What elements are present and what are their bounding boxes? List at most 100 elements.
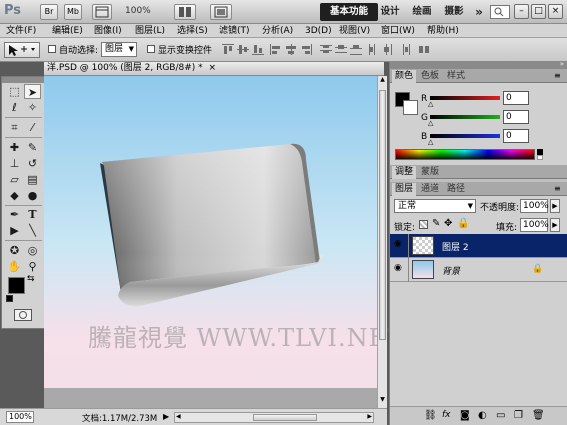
- rectangular-marquee-tool-icon[interactable]: ⬚: [6, 84, 23, 99]
- auto-select-dropdown[interactable]: 图层 ▼: [101, 42, 137, 57]
- menu-3d[interactable]: 3D(D): [305, 24, 332, 38]
- menu-window[interactable]: 窗口(W): [381, 24, 415, 38]
- layer-row-layer2[interactable]: ◉ 图层 2: [390, 234, 567, 258]
- line-shape-tool-icon[interactable]: ╲: [24, 223, 41, 238]
- menu-select[interactable]: 选择(S): [177, 24, 208, 38]
- clone-stamp-tool-icon[interactable]: ⊥: [6, 156, 23, 171]
- eraser-tool-icon[interactable]: ▱: [6, 172, 23, 187]
- tab-channels[interactable]: 通道: [418, 183, 442, 196]
- close-button[interactable]: ×: [548, 4, 563, 19]
- channel-r-slider[interactable]: [430, 96, 500, 100]
- channel-r-slider-thumb-icon[interactable]: △: [428, 100, 433, 108]
- distribute-left-icon[interactable]: [368, 44, 380, 55]
- maximize-button[interactable]: □: [531, 4, 546, 19]
- vertical-scroll-thumb[interactable]: [379, 90, 386, 340]
- default-colors-icon[interactable]: [6, 295, 13, 302]
- panel-menu-icon[interactable]: ≡: [554, 71, 561, 80]
- workspace-photography[interactable]: 摄影: [442, 3, 466, 21]
- mini-bridge-button[interactable]: Mb: [64, 4, 82, 20]
- workspace-essentials[interactable]: 基本功能: [320, 3, 378, 21]
- new-layer-icon[interactable]: ❐: [514, 410, 523, 421]
- type-tool-icon[interactable]: T: [24, 207, 41, 222]
- menu-view[interactable]: 视图(V): [339, 24, 370, 38]
- auto-select-checkbox[interactable]: [48, 45, 56, 53]
- swap-colors-icon[interactable]: ⇆: [27, 274, 35, 284]
- move-tool-icon[interactable]: ➤: [24, 84, 41, 99]
- add-mask-icon[interactable]: ◙: [460, 410, 470, 421]
- scroll-up-icon[interactable]: ▲: [378, 76, 387, 86]
- workspace-painting[interactable]: 绘画: [410, 3, 434, 21]
- pen-tool-icon[interactable]: ✒: [6, 207, 23, 222]
- menu-filter[interactable]: 滤镜(T): [219, 24, 250, 38]
- quick-mask-button[interactable]: [14, 309, 32, 321]
- crop-tool-icon[interactable]: ⌗: [6, 120, 23, 135]
- distribute-top-icon[interactable]: [320, 44, 332, 55]
- arrange-documents-button[interactable]: [174, 4, 196, 20]
- gradient-tool-icon[interactable]: ▤: [24, 172, 41, 187]
- align-left-icon[interactable]: [270, 44, 282, 55]
- view-extras-button[interactable]: [92, 4, 112, 20]
- lock-transparent-icon[interactable]: [419, 220, 428, 229]
- align-bottom-icon[interactable]: [252, 44, 264, 55]
- layer-row-background[interactable]: ◉ 背景 🔒: [390, 258, 567, 282]
- layer-name[interactable]: 图层 2: [442, 240, 469, 253]
- opacity-arrow-icon[interactable]: ▶: [550, 199, 560, 213]
- hand-tool-icon[interactable]: ✋: [6, 259, 23, 274]
- distribute-bottom-icon[interactable]: [350, 44, 362, 55]
- menu-help[interactable]: 帮助(H): [427, 24, 459, 38]
- distribute-horizontal-center-icon[interactable]: [383, 44, 395, 55]
- tool-preset-picker[interactable]: [4, 42, 40, 58]
- lock-position-icon[interactable]: ✥: [444, 218, 452, 229]
- status-menu-arrow-icon[interactable]: ▶: [163, 412, 169, 421]
- healing-brush-tool-icon[interactable]: ✚: [6, 140, 23, 155]
- fill-arrow-icon[interactable]: ▶: [550, 218, 560, 232]
- foreground-color-swatch[interactable]: [8, 277, 25, 294]
- quick-selection-tool-icon[interactable]: ✧: [24, 100, 41, 115]
- scroll-left-icon[interactable]: ◀: [176, 413, 181, 420]
- blend-mode-dropdown[interactable]: 正常 ▼: [394, 199, 476, 213]
- bridge-button[interactable]: Br: [40, 4, 58, 20]
- horizontal-scrollbar[interactable]: ◀ ▶: [174, 412, 374, 423]
- tab-styles[interactable]: 样式: [444, 70, 468, 83]
- menu-layer[interactable]: 图层(L): [135, 24, 165, 38]
- new-group-icon[interactable]: ▭: [496, 410, 505, 421]
- layer-name[interactable]: 背景: [442, 264, 460, 277]
- scroll-down-icon[interactable]: ▼: [378, 396, 387, 406]
- adjustment-layer-icon[interactable]: ◐: [478, 410, 487, 421]
- align-top-icon[interactable]: [222, 44, 234, 55]
- visibility-eye-icon[interactable]: ◉: [394, 240, 404, 249]
- path-selection-tool-icon[interactable]: ▶: [6, 223, 23, 238]
- align-horizontal-center-icon[interactable]: [285, 44, 297, 55]
- tab-color[interactable]: 颜色: [392, 70, 417, 83]
- screen-mode-button[interactable]: [210, 4, 232, 20]
- lock-all-icon[interactable]: 🔒: [457, 218, 469, 229]
- vertical-scrollbar[interactable]: ▲ ▼: [377, 76, 387, 408]
- channel-b-value[interactable]: 0: [503, 129, 529, 143]
- history-brush-tool-icon[interactable]: ↺: [24, 156, 41, 171]
- tab-swatches[interactable]: 色板: [418, 70, 442, 83]
- tools-panel-header[interactable]: [2, 77, 44, 83]
- color-background-swatch[interactable]: [403, 100, 418, 115]
- layers-panel-menu-icon[interactable]: ≡: [554, 184, 561, 193]
- horizontal-scroll-thumb[interactable]: [253, 414, 317, 421]
- distribute-vertical-center-icon[interactable]: [335, 44, 347, 55]
- show-transform-checkbox[interactable]: [147, 45, 155, 53]
- spectrum-white-swatch[interactable]: [537, 155, 543, 160]
- zoom-tool-icon[interactable]: ⚲: [24, 259, 41, 274]
- visibility-eye-icon[interactable]: ◉: [394, 264, 404, 273]
- brush-tool-icon[interactable]: ✎: [24, 140, 41, 155]
- color-spectrum-ramp[interactable]: [395, 149, 535, 160]
- panel-dock-header[interactable]: »: [390, 60, 567, 69]
- lasso-tool-icon[interactable]: ℓ: [6, 100, 23, 115]
- channel-r-value[interactable]: 0: [503, 91, 529, 105]
- 3d-orbit-tool-icon[interactable]: ◎: [24, 243, 41, 258]
- tab-adjustments[interactable]: 调整: [392, 166, 417, 179]
- more-workspaces-button[interactable]: »: [472, 3, 486, 21]
- channel-g-slider-thumb-icon[interactable]: △: [428, 119, 433, 127]
- document-close-icon[interactable]: ×: [209, 63, 217, 73]
- tab-layers[interactable]: 图层: [392, 183, 417, 196]
- link-layers-icon[interactable]: ⛓: [424, 410, 437, 421]
- dodge-tool-icon[interactable]: ●: [24, 188, 41, 203]
- workspace-design[interactable]: 设计: [378, 3, 402, 21]
- eyedropper-tool-icon[interactable]: ⁄: [24, 120, 41, 135]
